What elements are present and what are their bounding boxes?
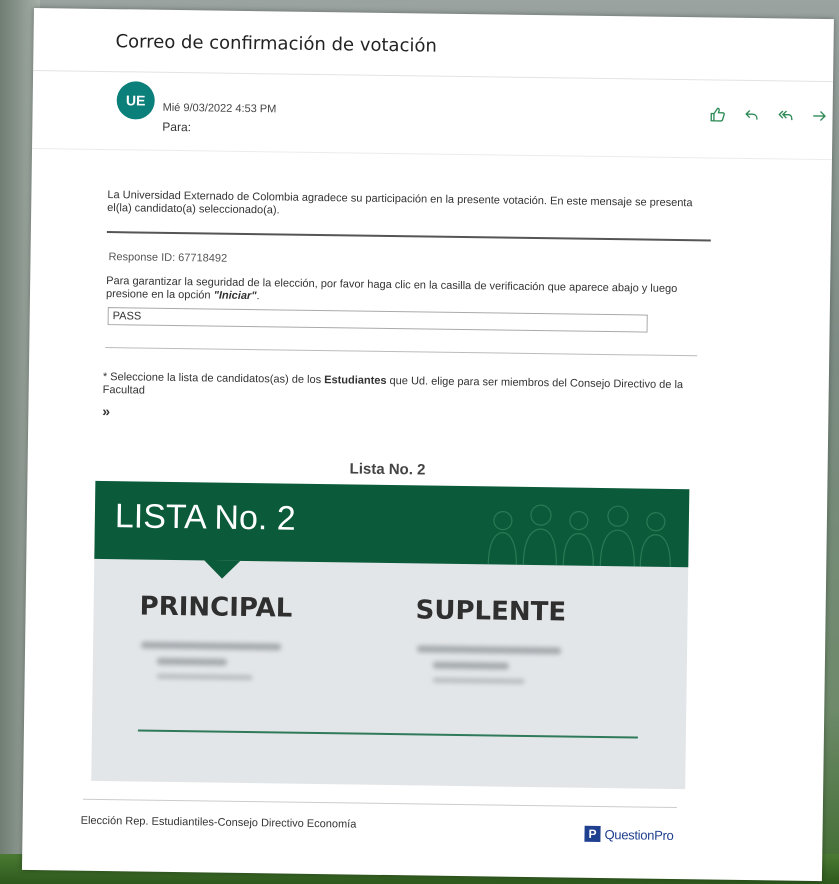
list-divider (137, 729, 638, 739)
people-silhouettes-icon (487, 504, 671, 567)
pass-field[interactable]: PASS (107, 307, 648, 333)
security-text: Para garantizar la seguridad de la elecc… (105, 275, 678, 302)
questionpro-brand[interactable]: P QuestionPro (584, 825, 674, 843)
banner-notch (204, 560, 241, 579)
section-divider (106, 231, 711, 242)
email-window: Correo de confirmación de votación UE Mi… (21, 8, 834, 882)
reply-all-icon[interactable] (776, 106, 794, 124)
questionpro-logo-icon: P (584, 825, 601, 842)
candidate-list-image: LISTA No. 2 PRINCIPAL SUPLENTE (91, 480, 690, 790)
principal-candidate-blurred (140, 641, 291, 704)
email-actions (708, 105, 828, 125)
forward-icon[interactable] (810, 107, 828, 125)
question-divider (105, 347, 698, 357)
email-date: Mié 9/03/2022 4:53 PM (162, 101, 277, 116)
email-subject: Correo de confirmación de votación (115, 31, 437, 57)
like-icon[interactable] (708, 105, 726, 123)
survey-name: Elección Rep. Estudiantiles-Consejo Dire… (80, 814, 357, 831)
email-to-label: Para: (162, 119, 192, 135)
double-chevron-icon: » (102, 402, 111, 420)
question-emphasis: Estudiantes (324, 374, 387, 387)
questionpro-name: QuestionPro (604, 826, 674, 843)
footer-divider (82, 798, 677, 809)
question-text: * Seleccione la lista de candidatos(as) … (103, 371, 703, 405)
reply-icon[interactable] (742, 106, 760, 124)
response-id: Response ID: 67718492 (108, 251, 228, 265)
banner-label: LISTA No. 2 (114, 497, 296, 538)
meta-divider (32, 147, 832, 161)
security-text-end: . (256, 290, 260, 303)
suplente-candidate-blurred (416, 645, 567, 707)
list-banner: LISTA No. 2 (94, 480, 690, 568)
security-instructions: Para garantizar la seguridad de la elecc… (106, 275, 706, 309)
header-divider (33, 69, 834, 83)
sender-avatar[interactable]: UE (116, 81, 155, 120)
iniciar-label: "Iniciar" (213, 289, 257, 303)
suplente-heading: SUPLENTE (415, 595, 567, 628)
intro-text: La Universidad Externado de Colombia agr… (107, 189, 693, 217)
principal-heading: PRINCIPAL (139, 591, 293, 624)
answer-title: Lista No. 2 (349, 460, 426, 479)
